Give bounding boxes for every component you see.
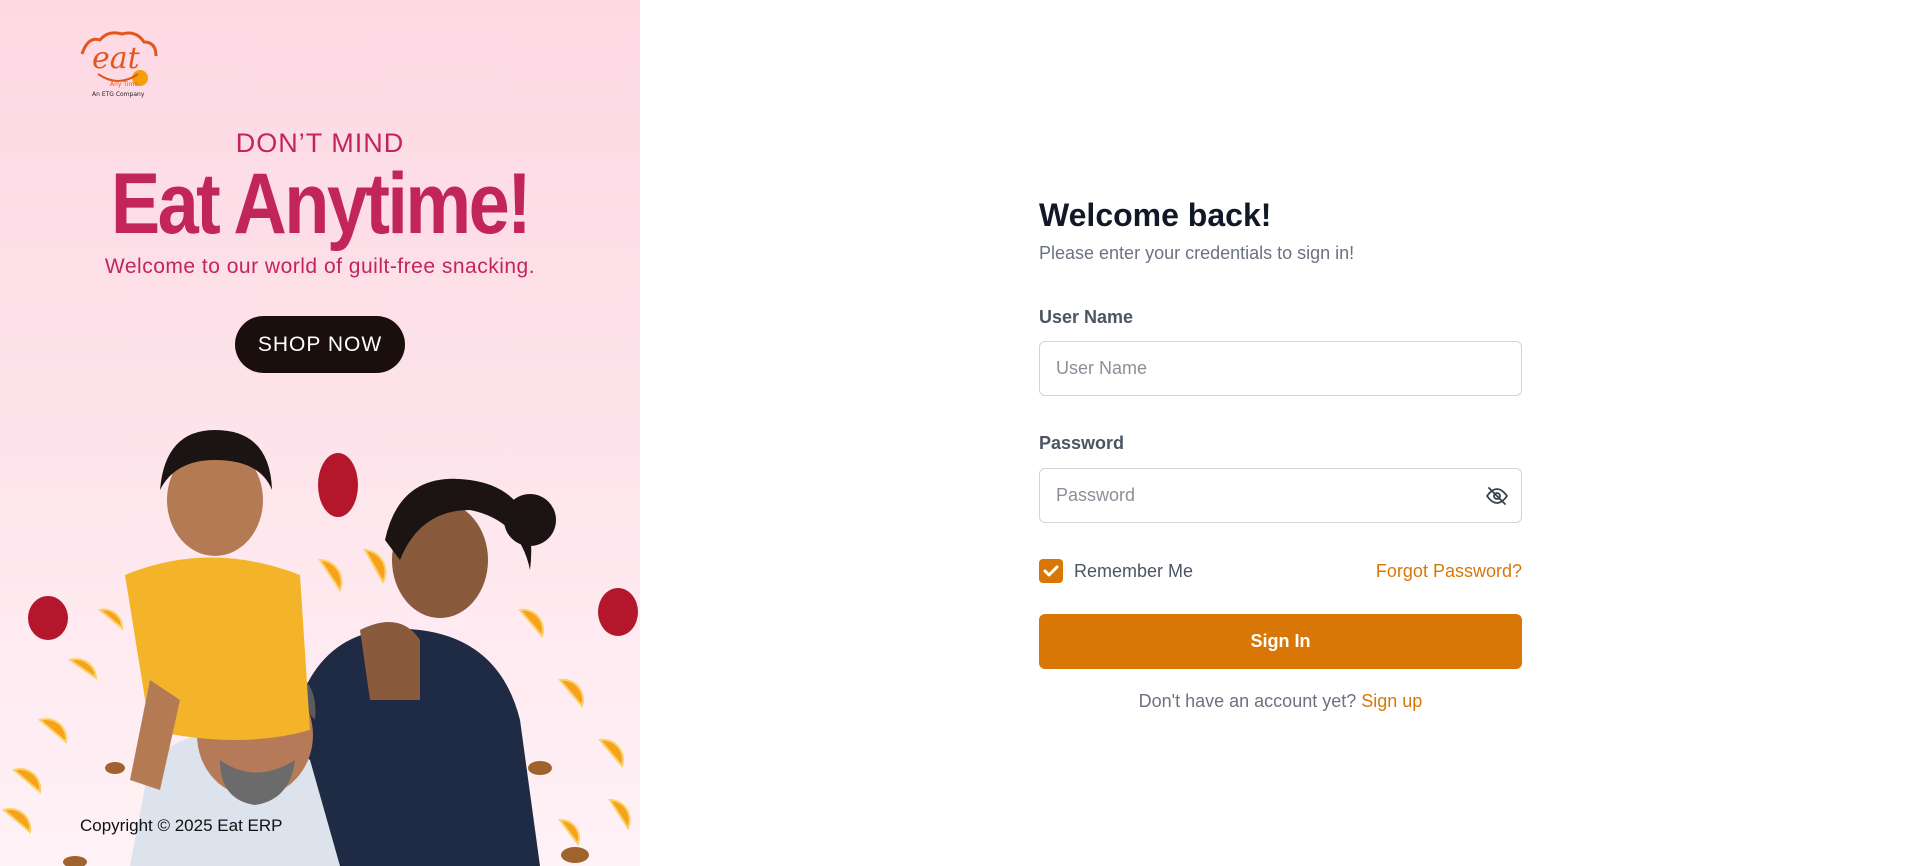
- family-snacking-photo: [1, 430, 638, 866]
- sign-in-button[interactable]: Sign In: [1039, 614, 1522, 669]
- remember-me-checkbox[interactable]: [1039, 559, 1063, 583]
- remember-me-label[interactable]: Remember Me: [1074, 561, 1193, 582]
- username-input[interactable]: [1040, 342, 1521, 395]
- username-field-wrapper: [1039, 341, 1522, 396]
- eye-off-icon[interactable]: [1485, 484, 1509, 508]
- copyright-text: Copyright © 2025 Eat ERP: [80, 816, 283, 835]
- username-label: User Name: [1039, 307, 1134, 327]
- page-title: Welcome back!: [1039, 197, 1272, 233]
- password-field-wrapper: [1039, 468, 1522, 523]
- signup-row: Don't have an account yet? Sign up: [1039, 691, 1522, 712]
- shop-now-button[interactable]: SHOP NOW: [235, 316, 405, 373]
- check-icon: [1043, 565, 1059, 577]
- signup-prompt: Don't have an account yet?: [1138, 691, 1357, 711]
- banner-kicker: DON’T MIND: [235, 128, 405, 158]
- promo-panel: eat Any Time An ETG Company DON’T MIND E…: [0, 0, 640, 866]
- eat-logo: eat Any Time An ETG Company: [80, 31, 158, 98]
- banner-title: Eat Anytime!: [110, 156, 532, 252]
- password-label: Password: [1039, 433, 1125, 453]
- svg-text:Any Time: Any Time: [110, 81, 138, 88]
- login-form: Welcome back! Please enter your credenti…: [1039, 195, 1522, 711]
- sign-up-link[interactable]: Sign up: [1361, 691, 1422, 711]
- page-subtitle: Please enter your credentials to sign in…: [1039, 243, 1355, 263]
- password-input[interactable]: [1040, 469, 1521, 522]
- remember-row: Remember Me Forgot Password?: [1039, 557, 1522, 585]
- svg-text:An ETG Company: An ETG Company: [92, 91, 145, 98]
- forgot-password-link[interactable]: Forgot Password?: [1376, 561, 1522, 582]
- svg-text:eat: eat: [92, 41, 141, 76]
- banner-subtitle: Welcome to our world of guilt-free snack…: [104, 255, 536, 278]
